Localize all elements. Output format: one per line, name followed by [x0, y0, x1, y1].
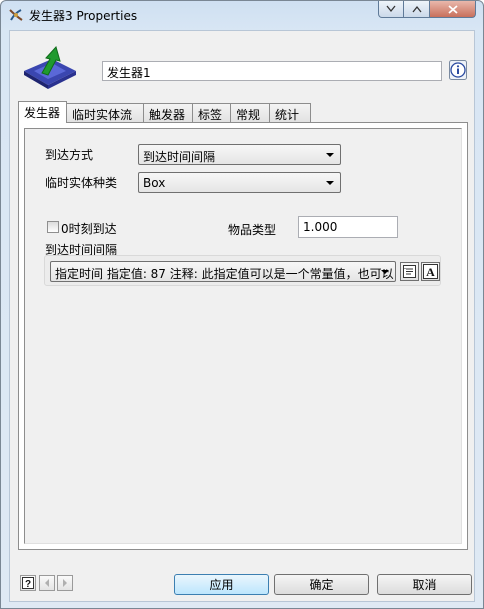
tab-panel: 到达方式 到达时间间隔 临时实体种类 Box 0时刻到达 物品类型 1.000 … — [18, 122, 468, 550]
flowitem-class-select[interactable]: Box — [138, 172, 341, 193]
minimize-icon — [386, 5, 396, 13]
interarrival-value: 指定时间 指定值: 87 注释: 此指定值可以是一个常量值，也可以 — [55, 267, 394, 281]
maximize-button[interactable] — [404, 1, 430, 18]
arrival-mode-label: 到达方式 — [45, 148, 94, 162]
caption-buttons — [378, 1, 478, 19]
code-editor-button[interactable] — [400, 262, 419, 281]
help-icon: ? — [22, 577, 34, 589]
tab-labels[interactable]: 标签 — [192, 103, 231, 122]
interarrival-select[interactable]: 指定时间 指定值: 87 注释: 此指定值可以是一个常量值，也可以 — [50, 261, 396, 282]
item-type-field[interactable]: 1.000 — [298, 216, 398, 238]
text-icon: A — [423, 264, 438, 279]
properties-icon — [403, 265, 416, 278]
help-button[interactable]: ? — [20, 575, 36, 591]
apply-button[interactable]: 应用 — [174, 574, 269, 595]
text-edit-button[interactable]: A — [421, 262, 440, 281]
interarrival-group: 指定时间 指定值: 87 注释: 此指定值可以是一个常量值，也可以 A — [44, 255, 441, 286]
previous-button[interactable] — [39, 575, 55, 591]
chevron-down-icon — [326, 153, 334, 157]
svg-text:A: A — [426, 265, 435, 279]
arrive-at-zero-label: 0时刻到达 — [61, 222, 117, 236]
source-object-icon — [24, 45, 76, 89]
flowitem-class-value: Box — [143, 176, 166, 190]
cancel-button[interactable]: 取消 — [377, 574, 472, 595]
tab-statistics[interactable]: 统计 — [269, 103, 311, 122]
chevron-down-icon — [381, 270, 389, 274]
properties-window: 发生器3 Properties 发生器1 发生器 临时实体流 触发器 标签 常规… — [0, 0, 484, 609]
minimize-button[interactable] — [378, 1, 404, 18]
object-name-field[interactable]: 发生器1 — [102, 61, 442, 81]
ok-button[interactable]: 确定 — [274, 574, 369, 595]
window-title: 发生器3 Properties — [29, 9, 138, 23]
tab-general[interactable]: 常规 — [230, 103, 270, 122]
dialog-body: 发生器1 发生器 临时实体流 触发器 标签 常规 统计 到达方式 到达时间间隔 … — [9, 30, 475, 602]
tab-flow[interactable]: 临时实体流 — [66, 103, 144, 122]
source-settings-panel: 到达方式 到达时间间隔 临时实体种类 Box 0时刻到达 物品类型 1.000 … — [24, 128, 462, 544]
svg-text:?: ? — [25, 579, 31, 589]
tab-triggers[interactable]: 触发器 — [143, 103, 193, 122]
chevron-right-icon — [63, 579, 67, 587]
close-button[interactable] — [430, 1, 476, 18]
arrival-mode-select[interactable]: 到达时间间隔 — [138, 144, 341, 165]
arrive-at-zero-checkbox[interactable] — [47, 221, 59, 233]
app-icon — [9, 9, 23, 21]
next-button[interactable] — [57, 575, 73, 591]
maximize-icon — [411, 5, 422, 13]
tab-source[interactable]: 发生器 — [18, 101, 67, 123]
chevron-left-icon — [45, 579, 49, 587]
arrival-mode-value: 到达时间间隔 — [143, 150, 216, 164]
chevron-down-icon — [326, 181, 334, 185]
item-type-label: 物品类型 — [228, 223, 277, 237]
title-bar[interactable]: 发生器3 Properties — [1, 1, 483, 29]
info-icon[interactable] — [449, 60, 467, 80]
close-icon — [447, 4, 458, 14]
flowitem-class-label: 临时实体种类 — [45, 176, 118, 190]
